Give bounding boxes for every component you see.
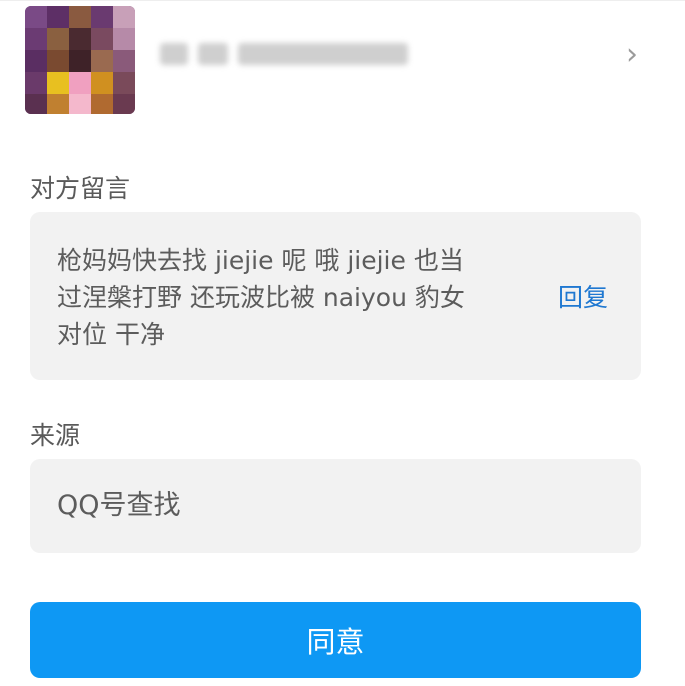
- message-box: 枪妈妈快去找 jiejie 呢 哦 jiejie 也当 过涅槃打野 还玩波比被 …: [30, 212, 641, 380]
- chevron-right-icon[interactable]: ›: [620, 38, 644, 72]
- requester-profile-row[interactable]: ›: [0, 0, 685, 118]
- avatar[interactable]: [25, 6, 135, 114]
- source-value: QQ号查找: [57, 490, 181, 521]
- message-line: 对位 干净: [57, 320, 165, 349]
- source-box: QQ号查找: [30, 459, 641, 553]
- message-line: 过涅槃打野 还玩波比被 naiyou 豹女: [57, 283, 465, 312]
- reply-link[interactable]: 回复: [558, 279, 608, 316]
- message-text: 枪妈妈快去找 jiejie 呢 哦 jiejie 也当 过涅槃打野 还玩波比被 …: [57, 242, 527, 353]
- message-line: 枪妈妈快去找 jiejie 呢 哦 jiejie 也当: [57, 246, 464, 275]
- agree-button[interactable]: 同意: [30, 602, 641, 678]
- message-section-label: 对方留言: [30, 174, 131, 203]
- blur-block: [238, 43, 408, 65]
- blur-block: [198, 43, 228, 65]
- blur-block: [160, 43, 188, 65]
- requester-name-blurred: [160, 38, 408, 70]
- source-section-label: 来源: [30, 421, 81, 450]
